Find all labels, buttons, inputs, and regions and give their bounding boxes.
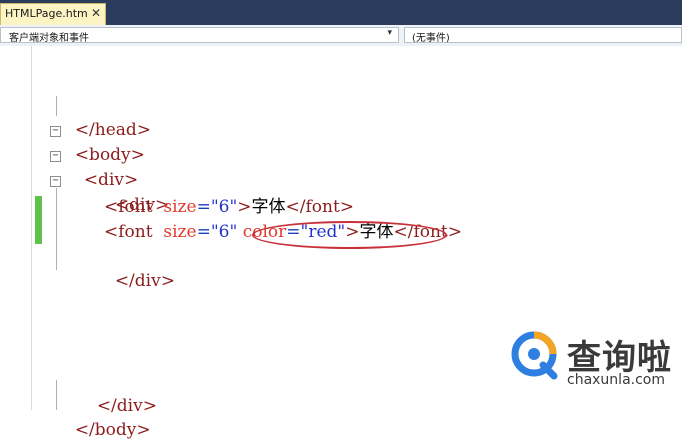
- inner-text: 字体: [251, 197, 286, 217]
- attribute: size: [163, 197, 197, 217]
- dropdown-value: 客户端对象和事件: [9, 33, 89, 44]
- outline-guide: [56, 188, 57, 270]
- watermark-url: chaxunla.com: [567, 372, 665, 388]
- outline-guide: [56, 380, 57, 410]
- navigation-bar: 客户端对象和事件 ▾ (无事件): [0, 25, 682, 47]
- collapse-div-icon[interactable]: −: [50, 176, 61, 187]
- equals: =: [196, 222, 211, 242]
- change-indicator-bar: [35, 196, 42, 244]
- highlight-ellipse: [252, 221, 447, 249]
- attribute-value: "6": [210, 197, 238, 217]
- tag: </div>: [114, 271, 175, 291]
- gutter-divider: [31, 46, 32, 410]
- collapse-body-icon[interactable]: −: [50, 126, 61, 137]
- tag-open: <font: [104, 197, 153, 217]
- dropdown-value: (无事件): [412, 33, 450, 44]
- collapse-div-icon[interactable]: −: [50, 151, 61, 162]
- tab-label: HTMLPage.htm: [5, 7, 88, 20]
- tag-gt: >: [237, 197, 252, 217]
- attribute-value: "6": [210, 222, 238, 242]
- equals: =: [196, 197, 211, 217]
- document-tab-strip: HTMLPage.htm ✕: [0, 0, 682, 26]
- events-dropdown[interactable]: (无事件): [404, 27, 682, 44]
- outline-guide: [56, 96, 57, 116]
- code-line-div-close: </div>: [104, 245, 175, 293]
- code-line-body-close: </body>: [64, 394, 151, 442]
- close-icon[interactable]: ✕: [91, 6, 101, 20]
- client-objects-events-dropdown[interactable]: 客户端对象和事件 ▾: [0, 27, 399, 44]
- chevron-down-icon: ▾: [387, 28, 392, 38]
- code-line-font-1: <font size="6">字体</font>: [104, 195, 354, 219]
- attribute: size: [163, 222, 197, 242]
- tag: </body>: [74, 420, 151, 440]
- tab-htmlpage[interactable]: HTMLPage.htm ✕: [0, 3, 106, 25]
- chaxunla-logo-icon: [511, 331, 558, 380]
- tag-close: </font>: [285, 197, 355, 217]
- tag-open: <font: [104, 222, 153, 242]
